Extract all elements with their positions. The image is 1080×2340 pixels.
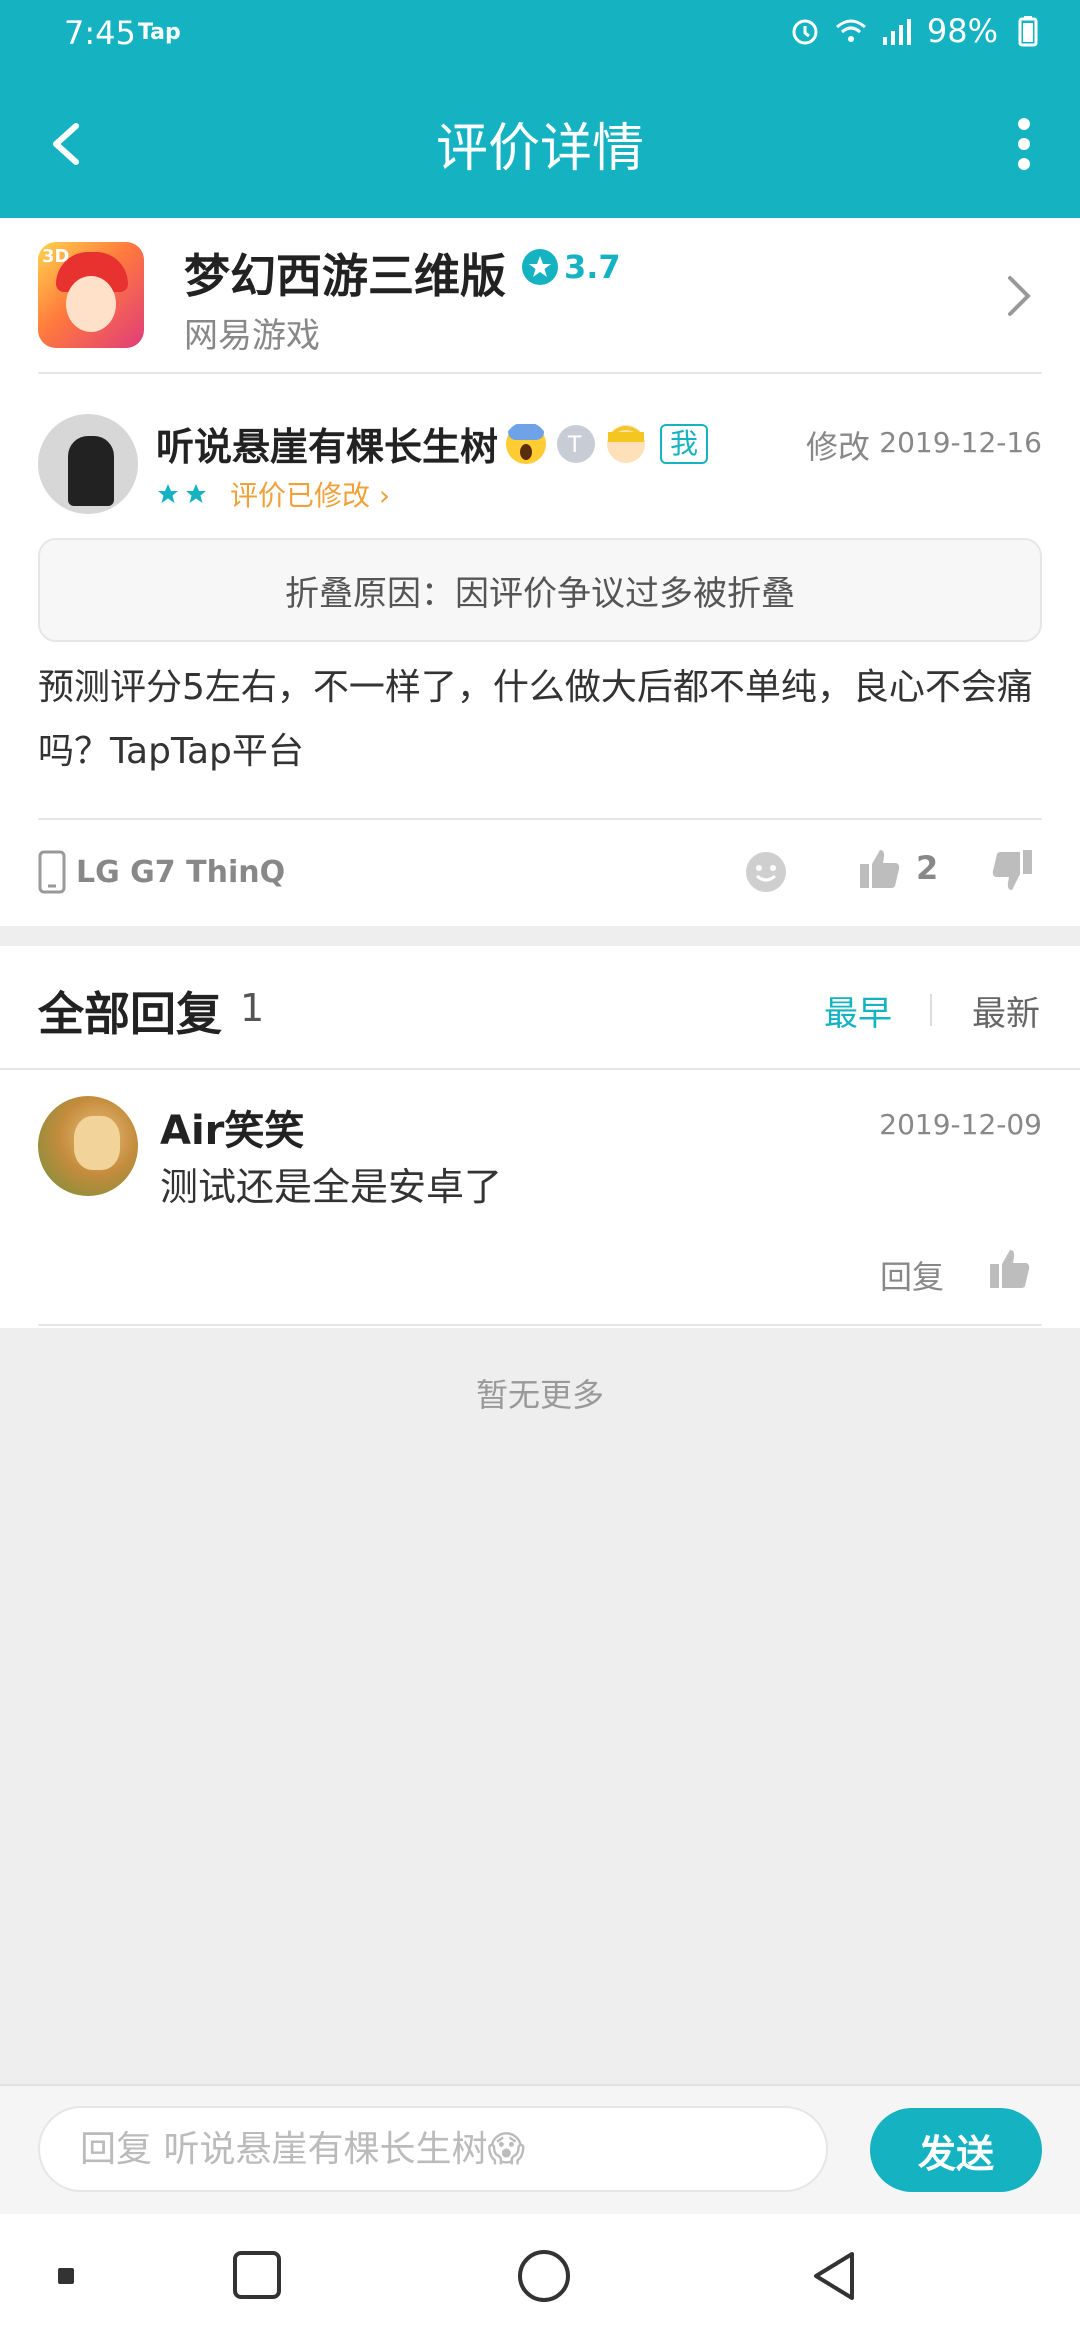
wifi-icon — [835, 19, 866, 42]
thumbs-up-icon — [860, 850, 900, 888]
status-tap-indicator: Tap — [138, 20, 181, 45]
review-card: 听说悬崖有棵长生树 T 我 修改 2019-12-16 评价已修改 › 折叠原因… — [0, 374, 1080, 926]
list-footer-area: 暂无更多 — [0, 1328, 1080, 2084]
thumbs-up-icon[interactable] — [988, 1246, 1032, 1290]
review-date: 2019-12-16 — [879, 426, 1042, 459]
home-icon[interactable] — [516, 2248, 572, 2304]
review-text: 预测评分5左右，不一样了，什么做大后都不单纯，良心不会痛吗？TapTap平台 — [38, 667, 1033, 772]
app-icon-3d-badge: 3D — [42, 246, 70, 267]
chevron-right-icon[interactable] — [1004, 274, 1034, 318]
alarm-icon — [792, 19, 818, 45]
thumbs-down-icon[interactable] — [990, 848, 1034, 894]
reply-text: 测试还是全是安卓了 — [160, 1165, 503, 1209]
review-stars: 评价已修改 › — [156, 474, 390, 514]
me-tag: 我 — [660, 423, 709, 464]
like-count: 2 — [916, 849, 939, 887]
battery-percent: 98% — [926, 12, 998, 50]
reply-username[interactable]: Air笑笑 — [160, 1098, 304, 1156]
more-vert-icon[interactable] — [1004, 114, 1044, 174]
edit-review-link[interactable]: 修改 — [806, 422, 870, 468]
svg-text:T: T — [567, 433, 582, 458]
replies-header: 全部回复 1 最早 最新 — [0, 946, 1080, 1068]
app-icon: 3D — [38, 242, 144, 348]
section-gap — [0, 926, 1080, 946]
avatar-figure — [68, 436, 114, 506]
app-developer: 网易游戏 — [184, 316, 320, 356]
avatar-dog — [74, 1116, 120, 1170]
character-badge-icon — [607, 424, 646, 463]
reply-button[interactable]: 回复 — [880, 1252, 944, 1298]
phone-icon — [38, 850, 66, 894]
like-button[interactable]: 2 — [858, 846, 938, 890]
reviewer-name[interactable]: 听说悬崖有棵长生树 — [156, 416, 498, 471]
app-info-card[interactable]: 3D 梦幻西游三维版 3.7 网易游戏 — [0, 218, 1080, 374]
divider — [38, 818, 1042, 820]
no-more-label: 暂无更多 — [475, 1376, 604, 1414]
toolbar: 评价详情 — [0, 70, 1080, 218]
sort-newest-tab[interactable]: 最新 — [972, 986, 1040, 1035]
recent-apps-icon[interactable] — [232, 2250, 282, 2300]
emoji-reaction-icon[interactable] — [744, 850, 788, 894]
sort-separator — [930, 994, 932, 1026]
send-button[interactable]: 发送 — [870, 2108, 1042, 2192]
verified-t-badge-icon: T — [557, 424, 596, 463]
reply-input[interactable] — [38, 2106, 828, 2192]
reviewer-avatar[interactable] — [38, 414, 138, 514]
device-info: LG G7 ThinQ — [38, 850, 285, 894]
battery-icon — [1018, 16, 1038, 47]
app-icon-face — [66, 276, 116, 332]
signal-icon — [882, 19, 911, 45]
reply-date: 2019-12-09 — [879, 1108, 1042, 1141]
status-bar: 7:45 Tap 98% — [0, 0, 1080, 70]
reply-item: Air笑笑 2019-12-09 测试还是全是安卓了 回复 — [0, 1070, 1080, 1326]
top-app-bar: 7:45 Tap 98% 评价详情 — [0, 0, 1080, 218]
status-time: 7:45 — [64, 14, 136, 52]
fold-reason-banner: 折叠原因：因评价争议过多被折叠 — [38, 538, 1042, 642]
reply-user-avatar[interactable] — [38, 1096, 138, 1196]
back-triangle-icon[interactable] — [808, 2248, 858, 2304]
app-name: 梦幻西游三维版 — [184, 249, 506, 303]
review-modified-link[interactable]: 评价已修改 › — [230, 474, 390, 514]
reviewer-name-row: 听说悬崖有棵长生树 T 我 — [156, 416, 709, 471]
star-filled-icon — [186, 484, 206, 503]
star-filled-icon — [158, 484, 178, 503]
replies-count: 1 — [240, 986, 265, 1030]
divider — [38, 1324, 1042, 1326]
page-title: 评价详情 — [435, 119, 644, 179]
app-rating: 3.7 — [522, 248, 621, 286]
rating-value: 3.7 — [564, 248, 621, 286]
nav-menu-dot-icon[interactable] — [58, 2268, 74, 2284]
replies-title: 全部回复 — [38, 987, 222, 1041]
system-nav-bar — [0, 2214, 1080, 2340]
device-name: LG G7 ThinQ — [76, 854, 286, 890]
status-icons: 98% — [789, 12, 1044, 50]
sort-earliest-tab[interactable]: 最早 — [824, 986, 892, 1035]
scream-emoji-icon — [506, 423, 547, 464]
rating-star-icon — [522, 249, 558, 285]
reply-composer: 发送 — [0, 2084, 1080, 2216]
